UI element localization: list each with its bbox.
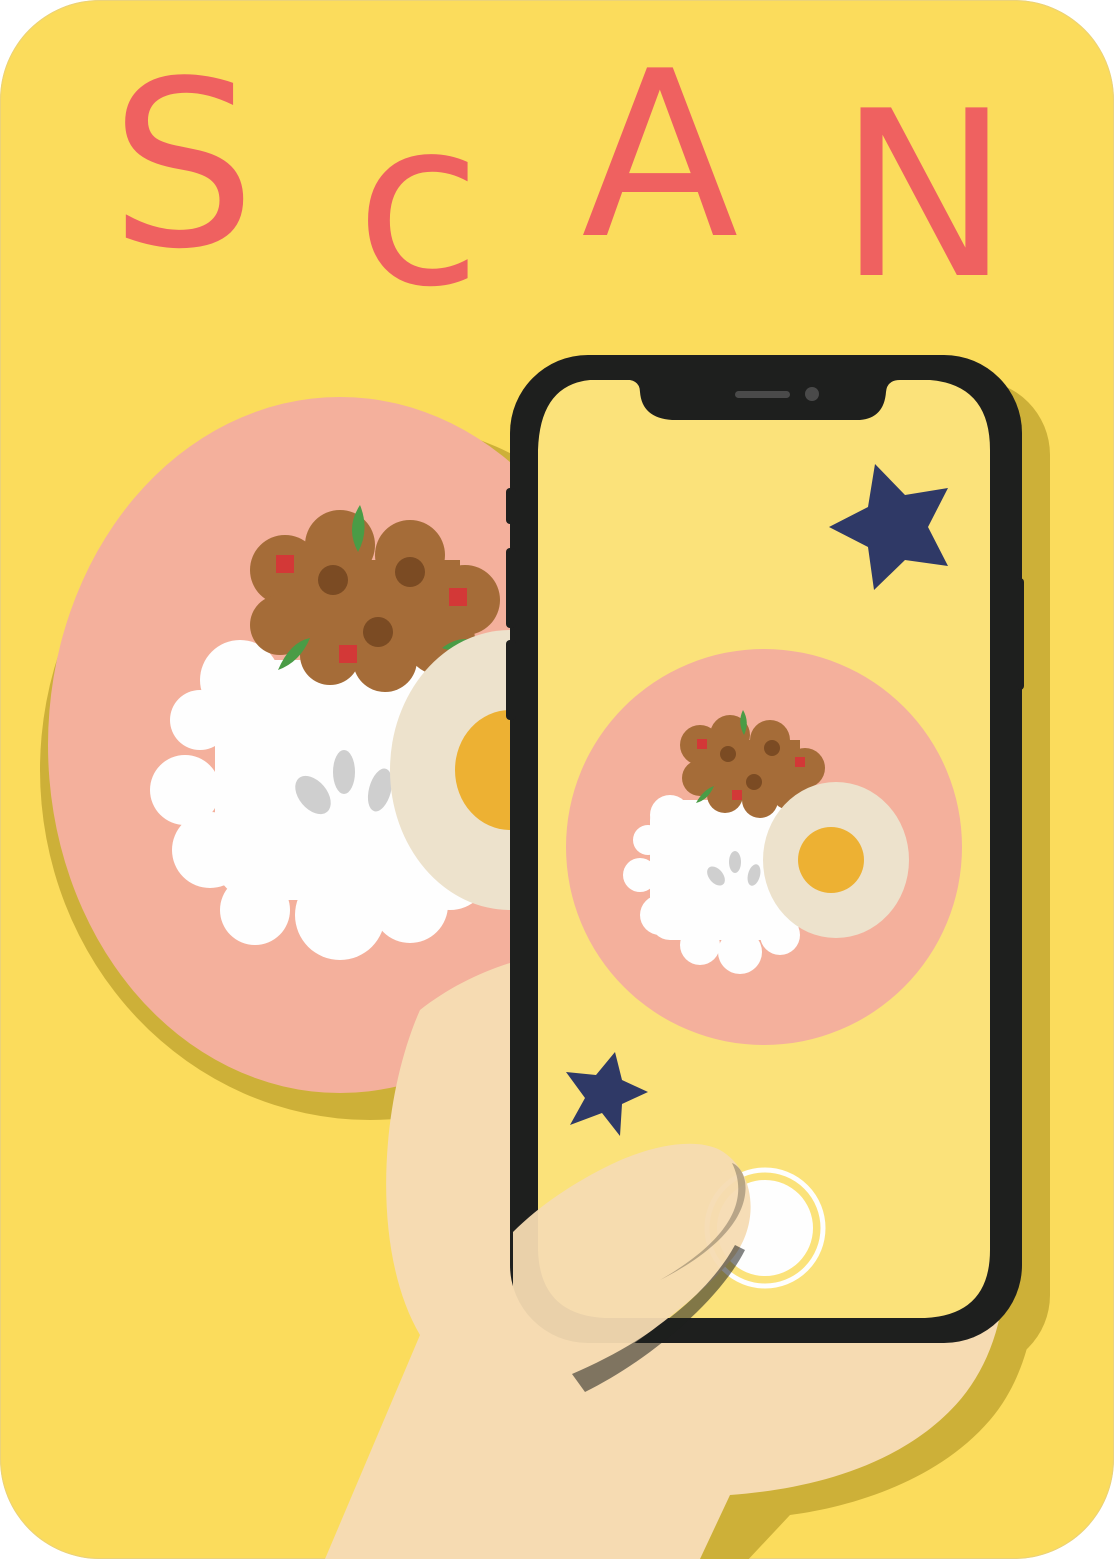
title-letter-a: A bbox=[581, 23, 739, 290]
title-letter-n: N bbox=[837, 63, 1010, 330]
title-letter-s: S bbox=[110, 33, 256, 300]
scan-title: S c A N bbox=[110, 23, 1010, 320]
title-letter-c: c bbox=[355, 71, 482, 338]
scan-card: S c A N bbox=[0, 0, 1114, 1559]
